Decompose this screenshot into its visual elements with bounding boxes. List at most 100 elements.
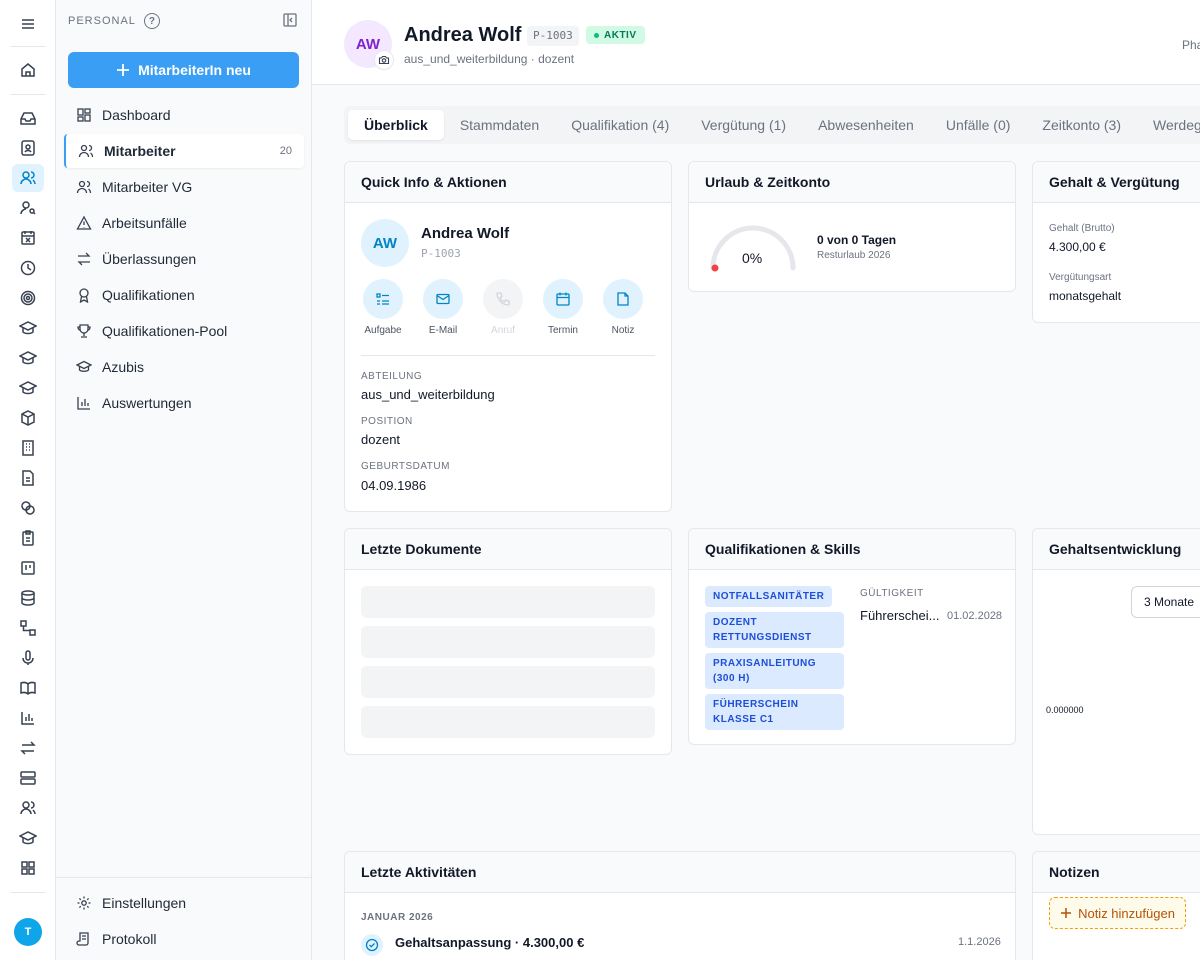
action-appointment-button[interactable]: Termin — [533, 279, 593, 336]
home-icon[interactable] — [12, 56, 44, 84]
axis-tick-label: 0.000000 — [1046, 705, 1084, 715]
clipboard-icon[interactable] — [12, 524, 44, 552]
salary-type-value: monatsgehalt — [1049, 289, 1122, 303]
book-icon[interactable] — [12, 674, 44, 702]
gauge-marker — [711, 264, 719, 272]
skill-chip: FÜHRERSCHEIN KLASSE C1 — [705, 694, 844, 730]
sidebar-item-mitarbeiter-vg[interactable]: Mitarbeiter VG — [64, 170, 304, 204]
action-label: E-Mail — [428, 325, 458, 336]
tab-ueberblick[interactable]: Überblick — [348, 110, 444, 140]
card-title: Urlaub & Zeitkonto — [689, 162, 1015, 203]
arrows-icon[interactable] — [12, 734, 44, 762]
add-note-button[interactable]: Notiz hinzufügen — [1049, 897, 1186, 929]
bar-chart-icon — [77, 397, 90, 410]
sidebar-item-qualifikationen[interactable]: Qualifikationen — [64, 278, 304, 312]
action-label: Anruf — [491, 325, 515, 336]
workflow-icon[interactable] — [12, 614, 44, 642]
database-icon[interactable] — [12, 584, 44, 612]
sidebar-item-mitarbeiter[interactable]: Mitarbeiter 20 — [64, 134, 304, 168]
users-icon[interactable] — [12, 794, 44, 822]
graduation-cap-icon[interactable] — [12, 314, 44, 342]
sidebar-item-label: Auswertungen — [102, 395, 192, 411]
sidebar-item-protokoll[interactable]: Protokoll — [64, 922, 304, 956]
coins-icon[interactable] — [12, 494, 44, 522]
sidebar-item-label: Azubis — [102, 359, 145, 375]
building-icon[interactable] — [12, 434, 44, 462]
tab-verguetung[interactable]: Vergütung (1) — [685, 110, 802, 140]
sidebar-item-azubis[interactable]: Azubis — [64, 350, 304, 384]
action-task-button[interactable]: Aufgabe — [353, 279, 413, 336]
activities-card: Letzte Aktivitäten JANUAR 2026 Gehaltsan… — [344, 851, 1016, 960]
card-title: Gehalt & Vergütung — [1033, 162, 1200, 203]
phone-icon — [496, 292, 510, 306]
camera-icon[interactable] — [374, 50, 394, 70]
users-icon[interactable] — [12, 164, 44, 192]
server-icon[interactable] — [12, 764, 44, 792]
action-call-button[interactable]: Anruf — [473, 279, 533, 336]
quick-info-name: Andrea Wolf — [421, 225, 510, 242]
documents-card: Letzte Dokumente — [344, 528, 672, 755]
graduation-cap-icon[interactable] — [12, 344, 44, 372]
graduation-cap-icon[interactable] — [12, 824, 44, 852]
help-icon[interactable]: ? — [143, 13, 160, 29]
vacation-days: 0 von 0 Tagen — [817, 233, 897, 247]
status-text: AKTIV — [604, 29, 637, 41]
users-icon — [78, 144, 94, 158]
arrows-icon — [77, 252, 91, 266]
employee-id: P-1003 — [527, 26, 579, 46]
warning-icon — [76, 215, 92, 230]
count-badge: 20 — [279, 145, 292, 157]
graduation-cap-icon[interactable] — [12, 374, 44, 402]
sidebar-item-arbeitsunfaelle[interactable]: Arbeitsunfälle — [64, 206, 304, 240]
divider — [10, 892, 46, 893]
menu-icon[interactable] — [12, 10, 44, 38]
sidebar-item-label: Mitarbeiter VG — [102, 179, 193, 195]
tab-werdegang[interactable]: Werdegang ( — [1137, 110, 1200, 140]
user-avatar[interactable]: T — [14, 918, 42, 946]
sidebar-item-einstellungen[interactable]: Einstellungen — [64, 886, 304, 920]
divider — [361, 355, 655, 356]
action-label: Termin — [547, 325, 578, 336]
inbox-icon[interactable] — [12, 104, 44, 132]
tab-unfaelle[interactable]: Unfälle (0) — [930, 110, 1027, 140]
target-icon[interactable] — [12, 284, 44, 312]
sidebar: PERSONAL ? MitarbeiterIn neu Dashboard M… — [56, 0, 312, 960]
new-employee-button[interactable]: MitarbeiterIn neu — [68, 52, 299, 88]
period-select[interactable]: 3 Monate — [1131, 586, 1200, 618]
field-value: dozent — [361, 432, 401, 447]
calendar-x-icon[interactable] — [12, 224, 44, 252]
scroll-icon — [76, 932, 89, 946]
box-icon[interactable] — [12, 404, 44, 432]
tab-qualifikation[interactable]: Qualifikation (4) — [555, 110, 685, 140]
main-content: AW Andrea Wolf P-1003 AKTIV aus_und_weit… — [312, 0, 1200, 960]
collapse-sidebar-icon[interactable] — [282, 12, 298, 28]
contact-card-icon[interactable] — [12, 134, 44, 162]
action-note-button[interactable]: Notiz — [593, 279, 653, 336]
tab-zeitkonto[interactable]: Zeitkonto (3) — [1026, 110, 1137, 140]
quick-info-id: P-1003 — [421, 247, 461, 260]
tab-abwesenheiten[interactable]: Abwesenheiten — [802, 110, 930, 140]
activity-date: 1.1.2026 — [958, 936, 1001, 948]
action-email-button[interactable]: E-Mail — [413, 279, 473, 336]
bar-chart-icon[interactable] — [12, 704, 44, 732]
document-icon[interactable] — [12, 464, 44, 492]
clock-icon[interactable] — [12, 254, 44, 282]
validity-item: Führerschei... — [860, 608, 940, 623]
skill-chip: NOTFALLSANITÄTER — [705, 586, 833, 607]
quick-info-card: Quick Info & Aktionen AW Andrea Wolf P-1… — [344, 161, 672, 512]
user-search-icon[interactable] — [12, 194, 44, 222]
mail-icon — [436, 293, 450, 305]
sidebar-item-auswertungen[interactable]: Auswertungen — [64, 386, 304, 420]
sidebar-item-ueberlassungen[interactable]: Überlassungen — [64, 242, 304, 276]
dashboard-icon — [77, 108, 91, 122]
card-title: Qualifikationen & Skills — [689, 529, 1015, 570]
kanban-icon[interactable] — [12, 554, 44, 582]
app-rail: T — [0, 0, 56, 960]
sidebar-item-qualifikationen-pool[interactable]: Qualifikationen-Pool — [64, 314, 304, 348]
grid-icon[interactable] — [12, 854, 44, 882]
sidebar-item-dashboard[interactable]: Dashboard — [64, 98, 304, 132]
tab-stammdaten[interactable]: Stammdaten — [444, 110, 555, 140]
microphone-icon[interactable] — [12, 644, 44, 672]
salary-gross-value: 4.300,00 € — [1049, 240, 1106, 254]
gear-icon — [77, 896, 91, 910]
